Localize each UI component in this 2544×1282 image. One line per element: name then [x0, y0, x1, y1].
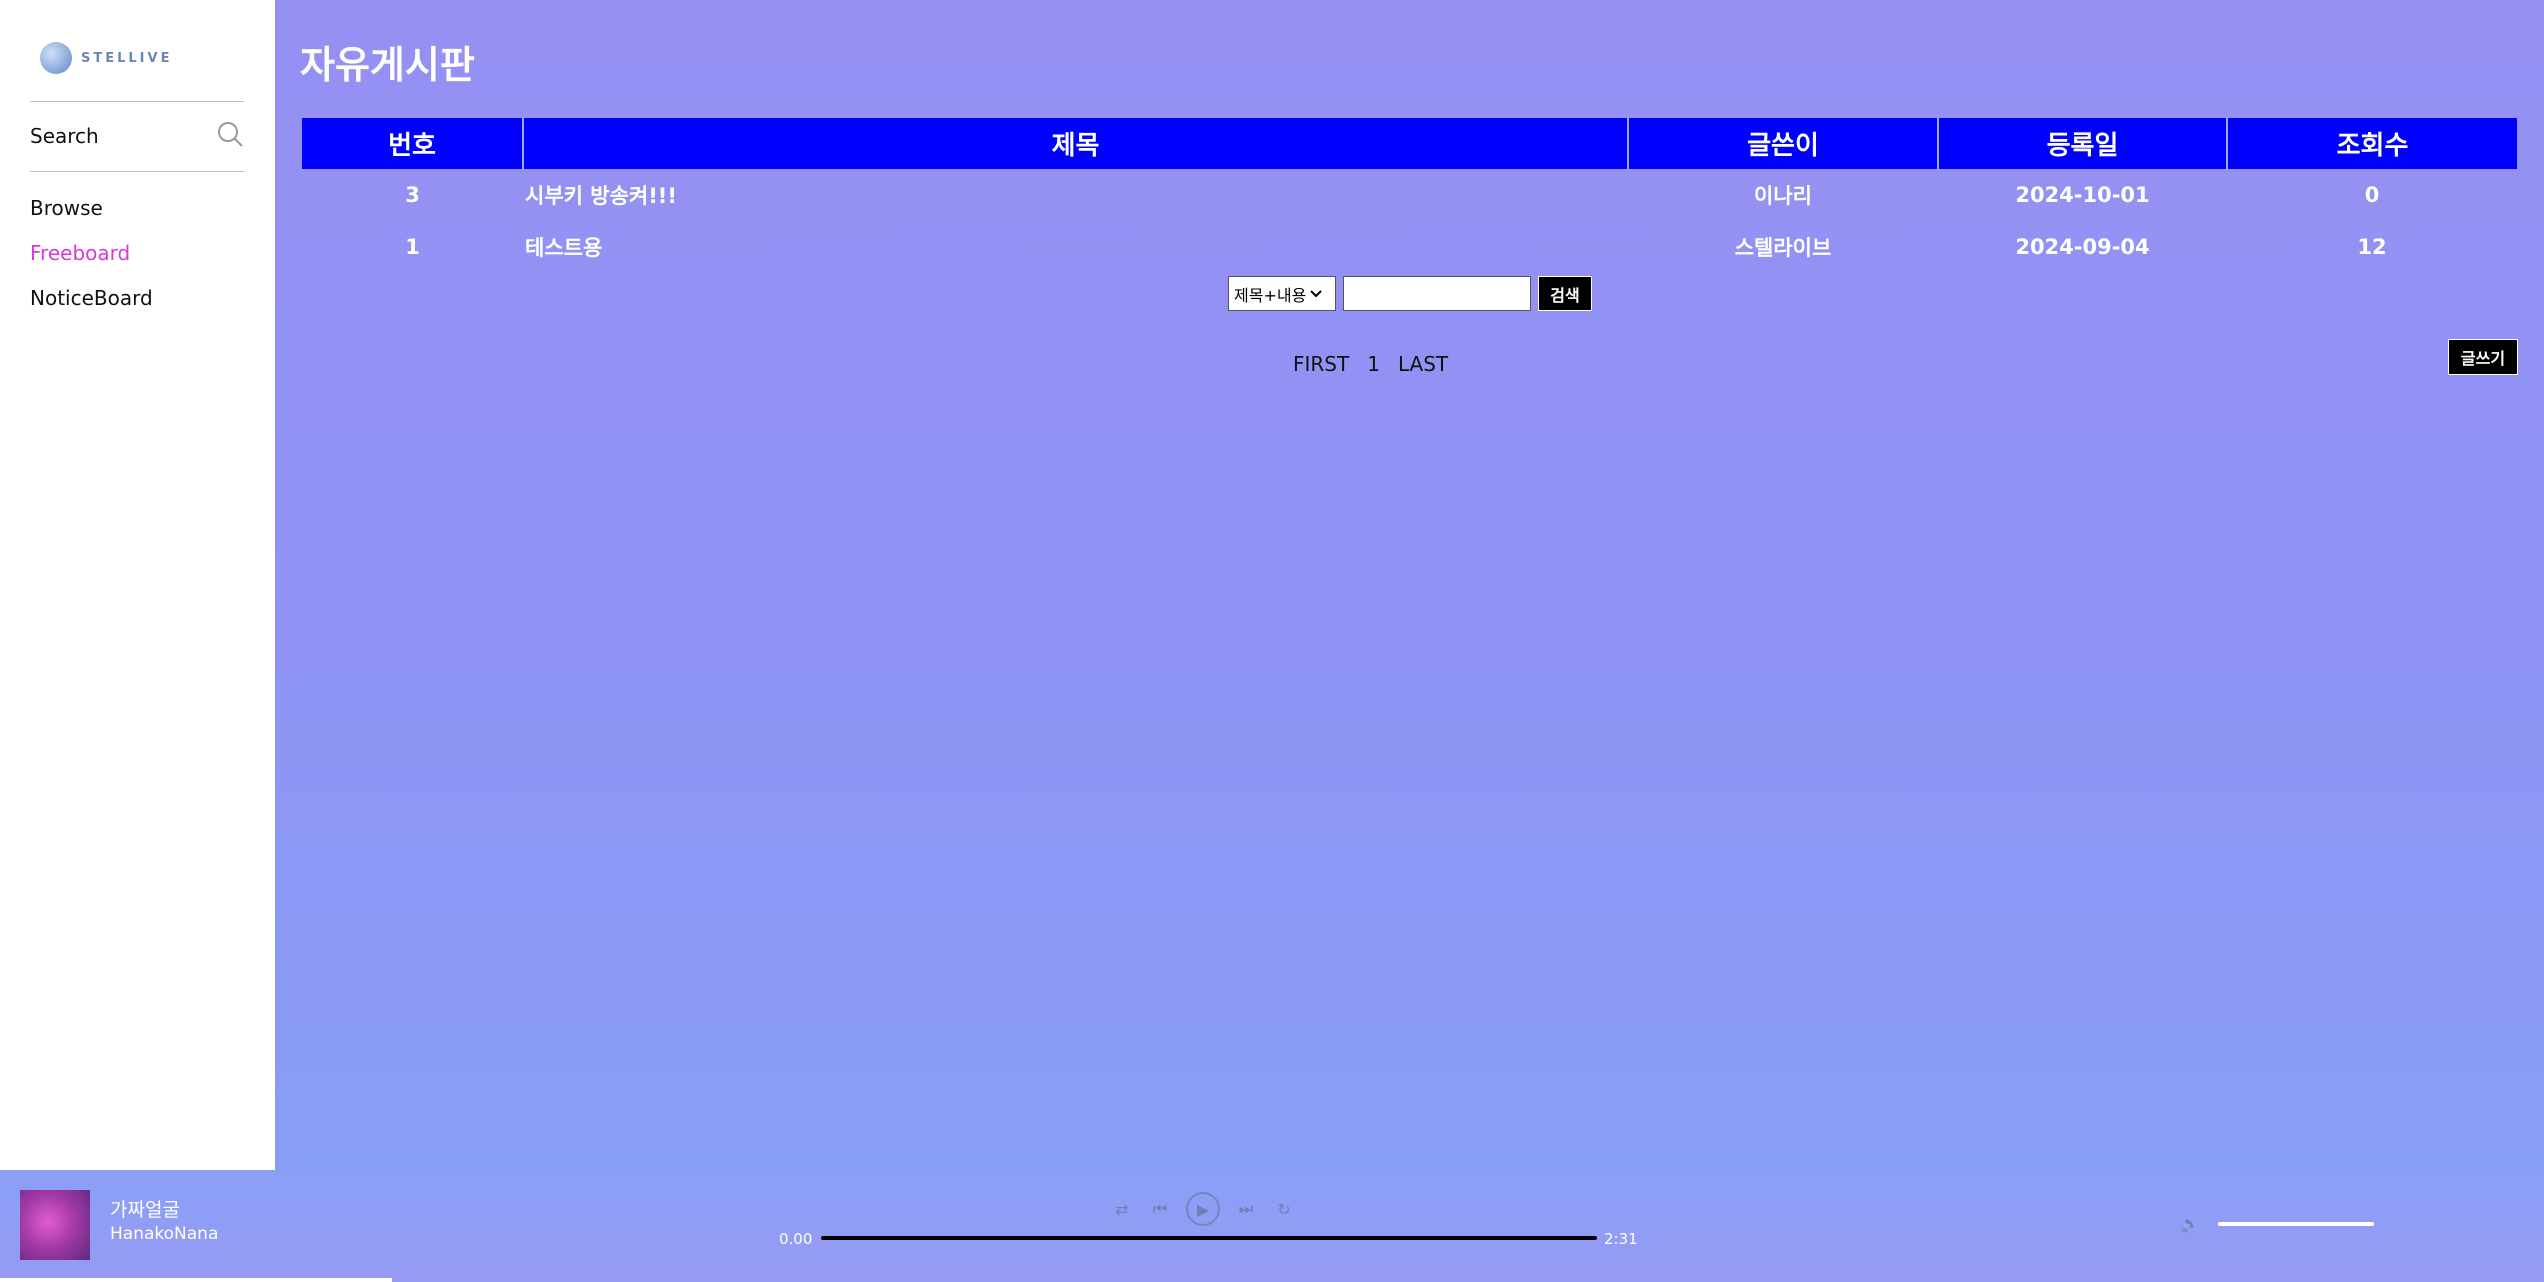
logo[interactable]: STELLIVE — [40, 42, 172, 74]
post-title-link[interactable]: 테스트용 — [523, 221, 1628, 273]
shuffle-icon[interactable]: ⇄ — [1110, 1197, 1134, 1221]
post-author: 이나리 — [1754, 184, 1812, 208]
divider — [30, 101, 244, 102]
track-title: 가짜얼굴 — [110, 1199, 180, 1221]
sidebar-item-browse[interactable]: Browse — [30, 196, 103, 220]
board-search-bar: 제목+내용 검색 — [1228, 276, 1592, 311]
column-header-number: 번호 — [302, 118, 523, 169]
column-header-author: 글쓴이 — [1627, 118, 1938, 169]
repeat-icon[interactable]: ↻ — [1272, 1197, 1296, 1221]
table-header-row: 번호 제목 글쓴이 등록일 조회수 — [302, 118, 2517, 169]
search-input[interactable] — [1343, 276, 1531, 311]
table-row[interactable]: 1 테스트용 스텔라이브 2024-09-04 12 — [302, 221, 2517, 273]
column-header-date: 등록일 — [1937, 118, 2227, 169]
post-title-link[interactable]: 시부키 방송켜!!! — [523, 169, 1628, 221]
column-header-views: 조회수 — [2226, 118, 2517, 169]
post-date: 2024-09-04 — [2015, 235, 2150, 259]
search-type-select[interactable]: 제목+내용 — [1228, 276, 1336, 311]
logo-icon — [40, 42, 72, 74]
pagination-page[interactable]: 1 — [1367, 352, 1380, 376]
play-icon[interactable]: ▶ — [1186, 1192, 1220, 1226]
volume-icon[interactable]: 🔈 — [2180, 1214, 2202, 1236]
table-row[interactable]: 3 시부키 방송켜!!! 이나리 2024-10-01 0 — [302, 169, 2517, 221]
post-date: 2024-10-01 — [2015, 183, 2150, 207]
pagination: FIRST 1 LAST — [1293, 352, 1448, 376]
search-label: Search — [30, 124, 99, 148]
previous-icon[interactable]: ⏮ — [1148, 1197, 1172, 1221]
page-title: 자유게시판 — [300, 43, 475, 87]
column-header-title: 제목 — [522, 118, 1628, 169]
write-post-button[interactable]: 글쓰기 — [2448, 339, 2518, 375]
sidebar-item-noticeboard[interactable]: NoticeBoard — [30, 286, 153, 310]
volume-slider[interactable] — [2218, 1222, 2374, 1226]
logo-text: STELLIVE — [81, 50, 173, 66]
divider — [30, 171, 244, 172]
board-table: 번호 제목 글쓴이 등록일 조회수 3 시부키 방송켜!!! 이나리 2024-… — [302, 118, 2517, 273]
chevron-down-icon — [1310, 289, 1323, 297]
player-controls: ⇄ ⏮ ▶ ⏭ ↻ — [1110, 1192, 1296, 1226]
search-type-value: 제목+내용 — [1234, 285, 1307, 305]
track-artist: HanakoNana — [110, 1224, 219, 1244]
search-button[interactable]: 검색 — [1538, 276, 1592, 311]
post-number: 1 — [405, 235, 420, 259]
sidebar: STELLIVE Search Browse Freeboard NoticeB… — [0, 0, 275, 1170]
pagination-first[interactable]: FIRST — [1293, 352, 1349, 376]
next-icon[interactable]: ⏭ — [1234, 1197, 1258, 1221]
current-time: 0.00 — [779, 1230, 813, 1248]
progress-bar[interactable] — [821, 1236, 1597, 1240]
duration: 2:31 — [1604, 1230, 1638, 1248]
sidebar-item-freeboard[interactable]: Freeboard — [30, 241, 130, 265]
post-number: 3 — [405, 183, 420, 207]
post-author: 스텔라이브 — [1734, 236, 1832, 260]
post-views: 0 — [2364, 183, 2380, 207]
music-player: 가짜얼굴 HanakoNana ⇄ ⏮ ▶ ⏭ ↻ 0.00 2:31 🔈 — [0, 1170, 2544, 1282]
bottom-strip — [0, 1278, 392, 1282]
sidebar-search[interactable]: Search — [30, 120, 244, 152]
album-art — [20, 1190, 90, 1260]
post-views: 12 — [2357, 235, 2387, 259]
search-icon[interactable] — [216, 120, 244, 148]
pagination-last[interactable]: LAST — [1398, 352, 1448, 376]
